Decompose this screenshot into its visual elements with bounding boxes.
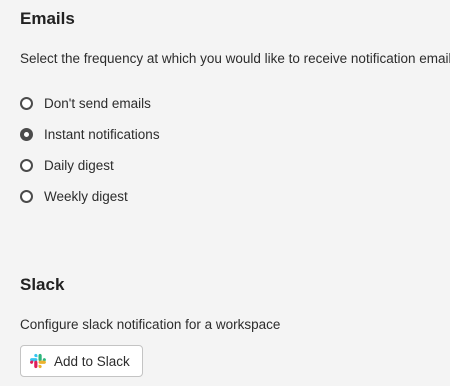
- add-to-slack-button[interactable]: Add to Slack: [20, 345, 143, 377]
- radio-label: Weekly digest: [44, 189, 128, 204]
- emails-section-description: Select the frequency at which you would …: [20, 51, 450, 66]
- radio-button[interactable]: [20, 159, 33, 172]
- notification-settings-page: Emails Select the frequency at which you…: [0, 0, 450, 386]
- slack-logo-icon: [30, 353, 46, 369]
- email-frequency-radio-group: Don't send emails Instant notifications …: [20, 88, 160, 212]
- radio-option-daily-digest[interactable]: Daily digest: [20, 150, 160, 181]
- radio-option-dont-send-emails[interactable]: Don't send emails: [20, 88, 160, 119]
- slack-section-description: Configure slack notification for a works…: [20, 317, 281, 332]
- add-to-slack-label: Add to Slack: [54, 353, 130, 369]
- radio-option-weekly-digest[interactable]: Weekly digest: [20, 181, 160, 212]
- radio-label: Daily digest: [44, 158, 114, 173]
- radio-label: Instant notifications: [44, 127, 160, 142]
- radio-button[interactable]: [20, 97, 33, 110]
- slack-section-title: Slack: [20, 275, 65, 294]
- radio-option-instant-notifications[interactable]: Instant notifications: [20, 119, 160, 150]
- radio-button[interactable]: [20, 128, 33, 141]
- radio-button[interactable]: [20, 190, 33, 203]
- radio-label: Don't send emails: [44, 96, 151, 111]
- emails-section-title: Emails: [20, 9, 75, 28]
